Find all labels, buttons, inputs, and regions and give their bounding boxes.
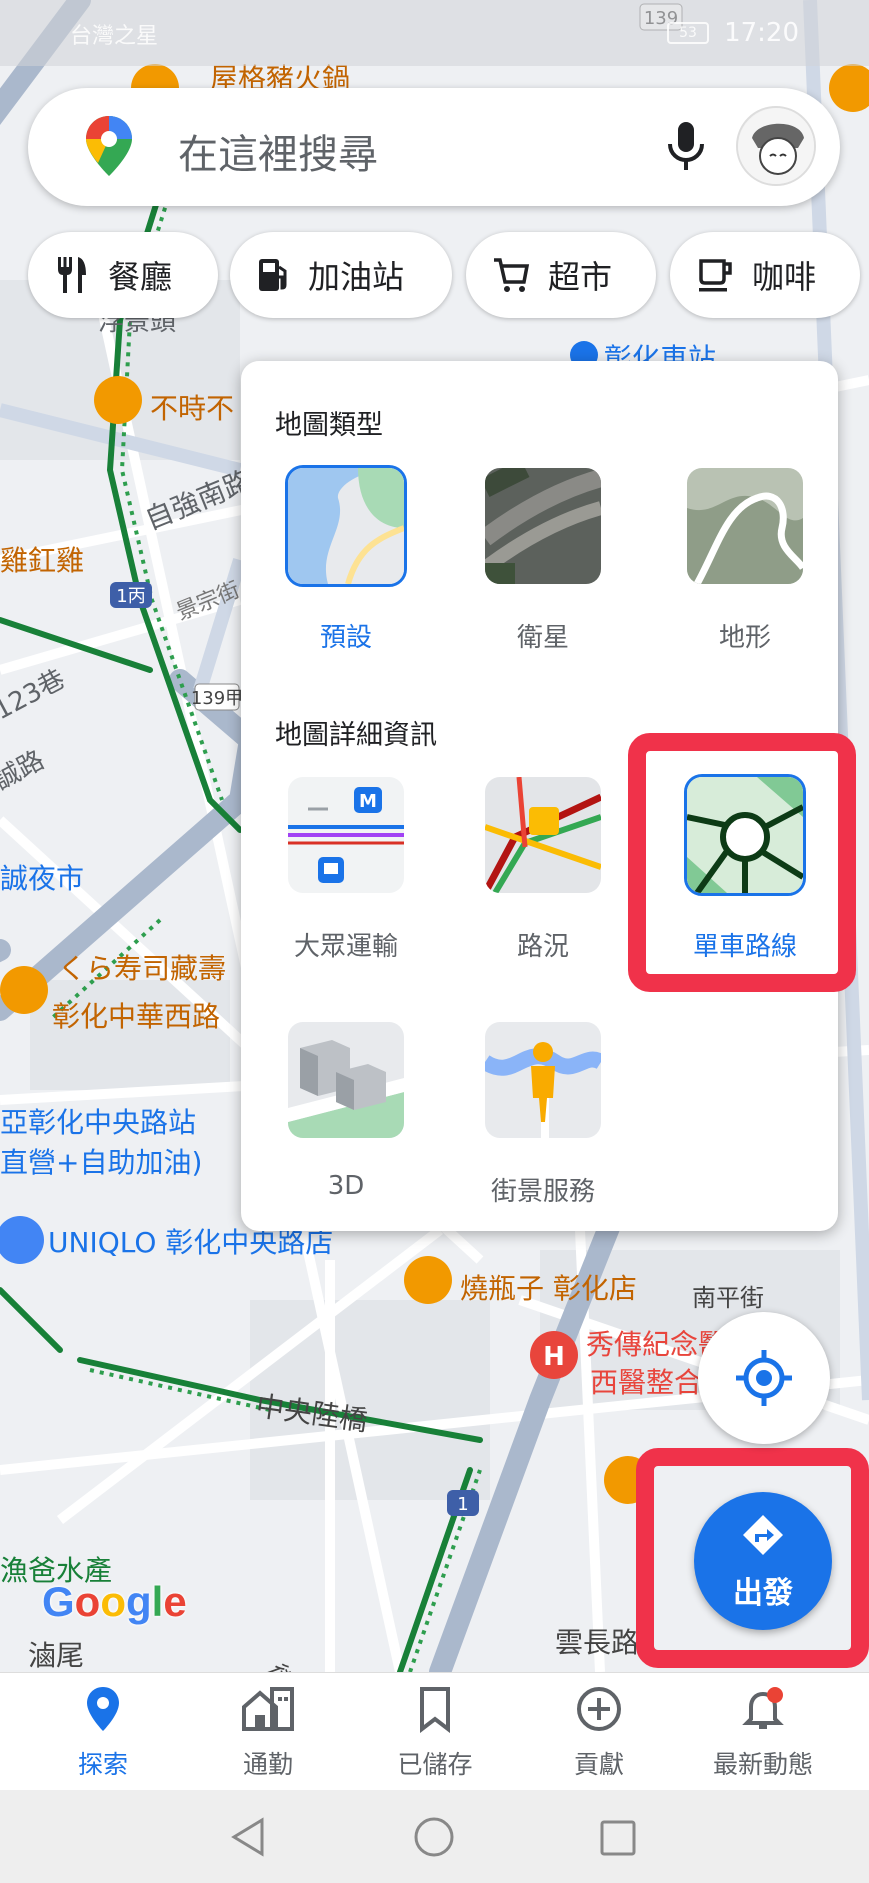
search-placeholder[interactable]: 在這裡搜尋 bbox=[178, 122, 378, 180]
street-view-thumbnail bbox=[482, 1019, 604, 1141]
nav-saved[interactable]: 已儲存 bbox=[350, 1685, 520, 1781]
svg-text:滷尾: 滷尾 bbox=[28, 1639, 84, 1672]
chip-label: 加油站 bbox=[308, 258, 405, 296]
svg-text:不時不: 不時不 bbox=[150, 392, 234, 425]
map-type-label: 地形 bbox=[718, 623, 771, 653]
svg-text:燒瓶子 彰化店: 燒瓶子 彰化店 bbox=[460, 1272, 637, 1305]
svg-text:1丙: 1丙 bbox=[116, 586, 145, 607]
nav-explore[interactable]: 探索 bbox=[18, 1685, 188, 1781]
bottom-navigation: 探索 通勤 已儲存 貢獻 最新動態 bbox=[0, 1672, 869, 1790]
directions-icon bbox=[743, 1515, 783, 1555]
detail-label: 3D bbox=[327, 1171, 365, 1201]
chip-supermarkets[interactable]: 超市 bbox=[466, 232, 656, 318]
system-navigation-bar bbox=[0, 1790, 869, 1883]
chip-restaurants[interactable]: 餐廳 bbox=[28, 232, 218, 318]
gas-pump-icon bbox=[259, 259, 287, 291]
google-logo: Google bbox=[42, 1578, 187, 1625]
svg-text:彰化中華西路: 彰化中華西路 bbox=[52, 1000, 220, 1033]
my-location-button[interactable] bbox=[698, 1312, 830, 1444]
fork-knife-icon bbox=[58, 257, 86, 293]
nav-commute[interactable]: 通勤 bbox=[183, 1685, 353, 1781]
detail-label: 路況 bbox=[516, 932, 569, 962]
map-type-terrain[interactable]: 地形 bbox=[675, 465, 815, 654]
map-type-default[interactable]: 預設 bbox=[276, 465, 416, 654]
map-details-title: 地圖詳細資訊 bbox=[275, 720, 437, 751]
svg-text:直營+自助加油): 直營+自助加油) bbox=[0, 1146, 202, 1179]
map-type-label: 衛星 bbox=[516, 623, 569, 653]
svg-text:H: H bbox=[543, 1342, 565, 1372]
location-pin-icon bbox=[87, 1687, 119, 1731]
chip-label: 咖啡 bbox=[752, 258, 817, 296]
microphone-icon[interactable] bbox=[656, 116, 716, 180]
traffic-thumbnail bbox=[482, 774, 604, 896]
terrain-thumbnail bbox=[684, 465, 806, 587]
svg-text:雞釭雞: 雞釭雞 bbox=[0, 544, 84, 577]
highlight-bicycling bbox=[628, 733, 856, 992]
add-circle-icon bbox=[577, 1687, 621, 1731]
status-bar: 台灣之星 53 17:20 bbox=[0, 0, 869, 66]
search-bar[interactable]: 在這裡搜尋 bbox=[28, 88, 840, 206]
svg-text:南平街: 南平街 bbox=[692, 1284, 764, 1312]
nav-contribute[interactable]: 貢獻 bbox=[514, 1685, 684, 1781]
google-maps-pin-icon bbox=[86, 116, 132, 180]
chip-label: 超市 bbox=[548, 258, 613, 296]
transit-thumbnail: M bbox=[285, 774, 407, 896]
detail-label: 街景服務 bbox=[490, 1177, 595, 1207]
svg-text:くら寿司藏壽: くら寿司藏壽 bbox=[58, 952, 226, 985]
battery-indicator: 53 bbox=[667, 22, 709, 44]
detail-3d[interactable]: 3D bbox=[276, 1019, 416, 1201]
detail-transit[interactable]: M 大眾運輸 bbox=[276, 774, 416, 963]
nav-label: 通勤 bbox=[242, 1750, 293, 1779]
nav-label: 探索 bbox=[77, 1750, 128, 1779]
nav-label: 貢獻 bbox=[573, 1750, 624, 1779]
go-button-label: 出發 bbox=[733, 1576, 793, 1611]
svg-text:139甲: 139甲 bbox=[191, 688, 243, 709]
map-type-label: 預設 bbox=[319, 623, 372, 653]
account-avatar[interactable] bbox=[736, 106, 816, 186]
svg-text:1: 1 bbox=[457, 1494, 468, 1515]
recents-icon[interactable] bbox=[598, 1818, 638, 1858]
svg-text:誠夜市: 誠夜市 bbox=[0, 862, 84, 895]
chip-label: 餐廳 bbox=[108, 258, 173, 296]
map-type-satellite[interactable]: 衛星 bbox=[473, 465, 613, 654]
3d-thumbnail bbox=[285, 1019, 407, 1141]
clock: 17:20 bbox=[724, 18, 799, 48]
carrier-name: 台灣之星 bbox=[70, 24, 159, 49]
nav-updates[interactable]: 最新動態 bbox=[678, 1685, 848, 1781]
satellite-thumbnail bbox=[482, 465, 604, 587]
detail-street-view[interactable]: 街景服務 bbox=[473, 1019, 613, 1208]
coffee-cup-icon bbox=[699, 259, 732, 292]
svg-text:M: M bbox=[359, 791, 377, 812]
bell-icon bbox=[742, 1687, 784, 1729]
commute-icon bbox=[242, 1687, 294, 1731]
nav-label: 最新動態 bbox=[712, 1750, 813, 1779]
default-map-thumbnail bbox=[285, 465, 407, 587]
bookmark-icon bbox=[420, 1687, 450, 1734]
crosshair-icon bbox=[736, 1350, 792, 1406]
go-directions-button[interactable]: 出發 bbox=[694, 1492, 832, 1630]
detail-label: 大眾運輸 bbox=[293, 932, 398, 962]
map-type-title: 地圖類型 bbox=[275, 410, 383, 441]
svg-text:雲長路: 雲長路 bbox=[555, 1626, 639, 1659]
chip-gas-stations[interactable]: 加油站 bbox=[230, 232, 452, 318]
detail-traffic[interactable]: 路況 bbox=[473, 774, 613, 963]
svg-text:亞彰化中央路站: 亞彰化中央路站 bbox=[0, 1106, 196, 1139]
nav-label: 已儲存 bbox=[397, 1750, 473, 1779]
back-icon[interactable] bbox=[228, 1816, 268, 1858]
home-icon[interactable] bbox=[412, 1816, 456, 1858]
chip-coffee[interactable]: 咖啡 bbox=[670, 232, 860, 318]
cart-icon bbox=[494, 258, 530, 292]
